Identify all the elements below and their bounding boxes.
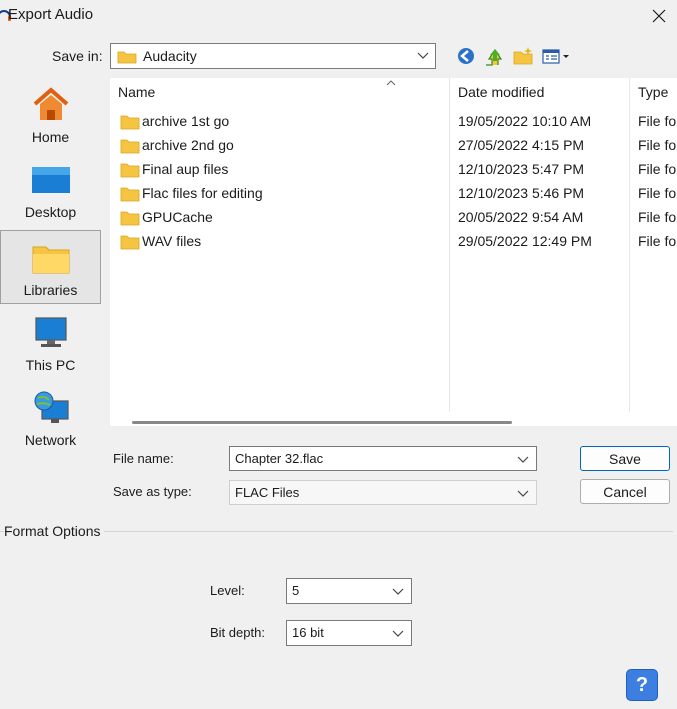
places-bar: Home Desktop Libraries This PC Network	[0, 78, 102, 502]
file-row[interactable]: archive 2nd go 27/05/2022 4:15 PM File f…	[110, 134, 677, 158]
file-type: File fo	[638, 137, 677, 153]
close-button[interactable]	[641, 0, 677, 32]
file-name: archive 1st go	[142, 113, 230, 129]
level-label: Level:	[210, 583, 245, 598]
computer-icon	[34, 317, 67, 347]
cancel-button[interactable]: Cancel	[580, 479, 670, 504]
horizontal-scrollbar[interactable]	[132, 421, 512, 424]
file-name-input[interactable]: Chapter 32.flac	[229, 446, 537, 471]
file-type: File fo	[638, 113, 677, 129]
view-menu-icon[interactable]	[541, 45, 573, 67]
place-label: Network	[24, 432, 77, 448]
column-header-name[interactable]: Name	[118, 84, 155, 100]
file-name-value: Chapter 32.flac	[235, 451, 324, 466]
save-as-type-value: FLAC Files	[235, 485, 300, 500]
file-row[interactable]: Flac files for editing 12/10/2023 5:46 P…	[110, 182, 677, 206]
file-type: File fo	[638, 185, 677, 201]
file-row[interactable]: archive 1st go 19/05/2022 10:10 AM File …	[110, 110, 677, 134]
save-as-type-dropdown[interactable]: FLAC Files	[229, 480, 537, 505]
level-value: 5	[292, 583, 300, 598]
bit-depth-value: 16 bit	[292, 625, 324, 640]
file-date: 12/10/2023 5:47 PM	[458, 161, 585, 177]
up-one-level-icon[interactable]	[482, 45, 504, 67]
file-date: 29/05/2022 12:49 PM	[458, 233, 592, 249]
file-type: File fo	[638, 209, 677, 225]
file-name: archive 2nd go	[142, 137, 234, 153]
column-header-date[interactable]: Date modified	[458, 84, 544, 100]
new-folder-icon[interactable]	[512, 45, 534, 67]
home-icon	[33, 87, 68, 120]
folder-icon	[120, 163, 140, 178]
sort-ascending-icon	[386, 80, 396, 86]
save-button[interactable]: Save	[580, 446, 670, 471]
format-options-title: Format Options	[4, 523, 105, 539]
save-in-value: Audacity	[143, 48, 197, 64]
file-name: Final aup files	[142, 161, 229, 177]
file-row[interactable]: GPUCache 20/05/2022 9:54 AM File fo	[110, 206, 677, 230]
file-type: File fo	[638, 161, 677, 177]
libraries-folder-icon	[32, 246, 69, 274]
close-icon	[652, 9, 666, 23]
chevron-down-icon	[392, 588, 404, 595]
file-date: 12/10/2023 5:46 PM	[458, 185, 585, 201]
help-icon: ?	[635, 673, 649, 696]
file-row[interactable]: Final aup files 12/10/2023 5:47 PM File …	[110, 158, 677, 182]
help-button[interactable]: ?	[626, 669, 658, 701]
place-home[interactable]: Home	[0, 78, 101, 152]
bit-depth-label: Bit depth:	[210, 625, 265, 640]
title-bar: Export Audio	[0, 0, 677, 32]
network-icon	[34, 391, 69, 423]
file-type: File fo	[638, 233, 677, 249]
chevron-down-icon	[517, 490, 529, 497]
place-desktop[interactable]: Desktop	[0, 153, 101, 227]
save-as-type-label: Save as type:	[113, 484, 192, 499]
file-name-label: File name:	[113, 451, 174, 466]
file-name: GPUCache	[142, 209, 213, 225]
place-label: This PC	[25, 357, 76, 373]
folder-icon	[120, 139, 140, 154]
file-list[interactable]: Name Date modified Type archive 1st go 1…	[110, 78, 677, 426]
save-in-dropdown[interactable]: Audacity	[110, 43, 436, 69]
folder-icon	[120, 187, 140, 202]
folder-icon	[120, 235, 140, 250]
file-date: 19/05/2022 10:10 AM	[458, 113, 592, 129]
place-libraries[interactable]: Libraries	[0, 230, 101, 304]
file-date: 20/05/2022 9:54 AM	[458, 209, 584, 225]
place-network[interactable]: Network	[0, 381, 101, 455]
chevron-down-icon	[392, 630, 404, 637]
place-label: Libraries	[23, 282, 78, 298]
place-label: Desktop	[24, 204, 77, 220]
column-header-type[interactable]: Type	[638, 84, 668, 100]
file-date: 27/05/2022 4:15 PM	[458, 137, 585, 153]
place-label: Home	[31, 129, 70, 145]
place-this-pc[interactable]: This PC	[0, 306, 101, 380]
back-icon[interactable]	[455, 45, 477, 67]
desktop-icon	[31, 167, 70, 193]
file-row[interactable]: WAV files 29/05/2022 12:49 PM File fo	[110, 230, 677, 254]
level-dropdown[interactable]: 5	[286, 578, 412, 604]
chevron-down-icon	[417, 52, 429, 59]
folder-icon	[117, 51, 137, 64]
file-name: Flac files for editing	[142, 185, 263, 201]
window-title: Export Audio	[8, 6, 94, 23]
file-name: WAV files	[142, 233, 202, 249]
save-in-label: Save in:	[52, 48, 103, 64]
bit-depth-dropdown[interactable]: 16 bit	[286, 620, 412, 646]
chevron-down-icon[interactable]	[517, 456, 529, 464]
folder-icon	[120, 115, 140, 130]
folder-icon	[120, 211, 140, 226]
